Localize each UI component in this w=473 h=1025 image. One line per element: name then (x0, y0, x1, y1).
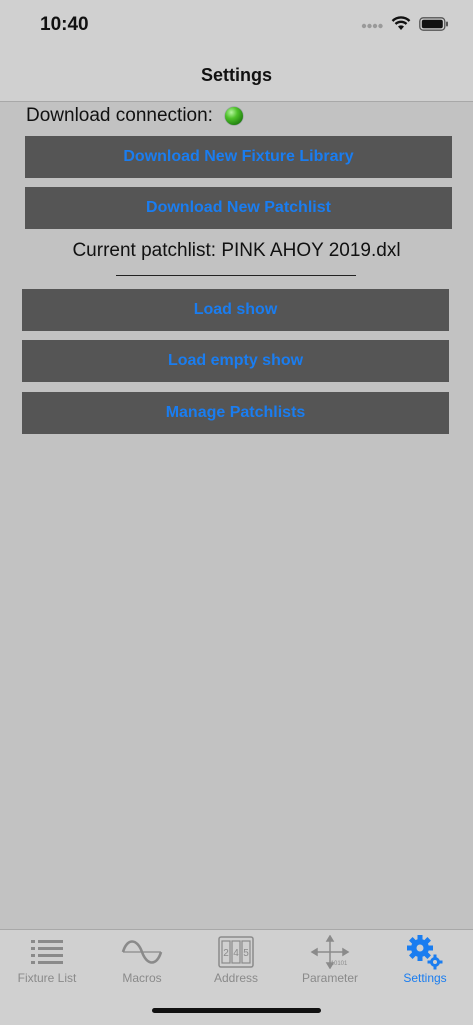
address-digit: 2 (223, 948, 229, 959)
current-patchlist-text: Current patchlist: PINK AHOY 2019.dxl (72, 240, 401, 261)
sine-wave-icon (121, 935, 163, 969)
battery-icon (419, 16, 449, 36)
wifi-icon (391, 16, 411, 36)
divider (116, 275, 356, 276)
status-time: 10:40 (40, 14, 89, 35)
address-counter-icon: 2 4 5 (218, 935, 254, 969)
download-connection-row: Download connection: (26, 104, 243, 128)
tab-label: Parameter (301, 971, 359, 985)
load-show-button[interactable]: Load show (22, 289, 449, 331)
status-icons (361, 16, 449, 36)
tab-label: Fixture List (17, 971, 77, 985)
tab-macros[interactable]: Macros (95, 930, 189, 992)
list-icon (29, 935, 65, 969)
tab-address[interactable]: 2 4 5 Address (189, 930, 283, 992)
cellular-signal-icon (361, 17, 383, 35)
download-fixture-library-button[interactable]: Download New Fixture Library (25, 136, 452, 178)
parameter-caption: 10101 (331, 961, 348, 967)
tab-label: Macros (122, 971, 162, 985)
load-empty-show-button[interactable]: Load empty show (22, 340, 449, 382)
connection-status-led-icon (224, 107, 243, 125)
gears-icon (405, 935, 445, 970)
download-connection-label: Download connection: (26, 105, 213, 126)
download-patchlist-button[interactable]: Download New Patchlist (25, 187, 452, 229)
tab-settings[interactable]: Settings (378, 930, 472, 992)
status-bar: 10:40 (0, 0, 473, 50)
home-indicator[interactable] (152, 1008, 321, 1013)
tab-label: Address (213, 971, 259, 985)
navigation-bar: Settings (0, 50, 473, 102)
address-digit: 5 (243, 948, 249, 959)
tab-fixture-list[interactable]: Fixture List (0, 930, 94, 992)
tab-label: Settings (403, 971, 447, 985)
tab-parameter[interactable]: 10101 Parameter (283, 930, 377, 992)
manage-patchlists-button[interactable]: Manage Patchlists (22, 392, 449, 434)
page-title: Settings (200, 65, 272, 85)
address-digit: 4 (233, 948, 239, 959)
parameter-axes-icon: 10101 (310, 935, 350, 969)
